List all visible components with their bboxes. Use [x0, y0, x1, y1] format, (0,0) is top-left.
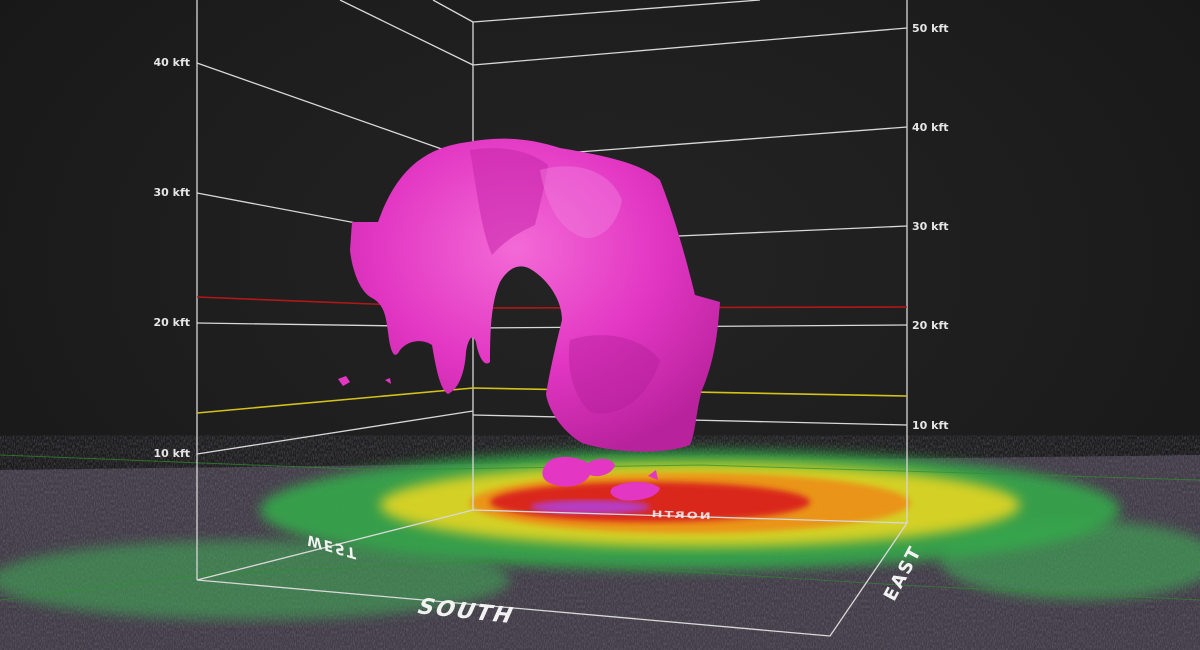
- left-tick-label: 20 kft: [154, 316, 191, 329]
- radar-3d-scene: 10 kft 20 kft 30 kft 40 kft 10 kft 20 kf…: [0, 0, 1200, 650]
- left-tick-label: 40 kft: [154, 56, 191, 69]
- left-height-axis: 10 kft 20 kft 30 kft 40 kft: [154, 56, 191, 460]
- right-tick-label: 40 kft: [912, 121, 949, 134]
- reflectivity-isosurface: [338, 138, 720, 501]
- freezing-level-line: [196, 296, 908, 309]
- right-tick-label: 20 kft: [912, 319, 949, 332]
- right-tick-label: 10 kft: [912, 419, 949, 432]
- left-tick-label: 30 kft: [154, 186, 191, 199]
- right-tick-label: 30 kft: [912, 220, 949, 233]
- right-tick-label: 50 kft: [912, 22, 949, 35]
- left-tick-label: 10 kft: [154, 447, 191, 460]
- reflectivity-ground-map: [0, 450, 1200, 650]
- radar-3d-viewport[interactable]: 10 kft 20 kft 30 kft 40 kft 10 kft 20 kf…: [0, 0, 1200, 650]
- right-height-axis: 10 kft 20 kft 30 kft 40 kft 50 kft: [912, 22, 949, 432]
- north-direction-label: NORTH: [649, 509, 710, 522]
